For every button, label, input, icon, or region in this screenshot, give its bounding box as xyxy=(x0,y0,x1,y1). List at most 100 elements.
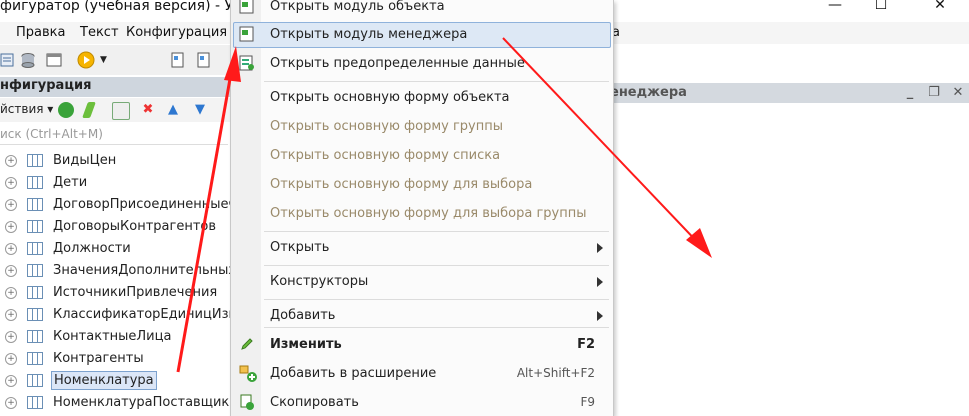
menu-open-manager-module[interactable]: Открыть модуль менеджера xyxy=(231,22,613,48)
catalog-icon xyxy=(27,330,43,343)
menu-shortcut: F2 xyxy=(577,337,595,352)
tree-item-dolzhnosti[interactable]: + Должности xyxy=(0,238,232,260)
tree-item-istochniki[interactable]: + ИсточникиПривлечения xyxy=(0,282,232,304)
menu-item-label: Открыть основную форму для выбора xyxy=(270,177,533,192)
tree-item-klassifikator[interactable]: + КлассификаторЕдиницИзм xyxy=(0,304,232,326)
tree-item-label: Должности xyxy=(53,241,131,256)
menu-item-label: Конструкторы xyxy=(270,274,369,289)
menu-edit[interactable]: Правка xyxy=(16,25,65,40)
move-up-icon[interactable]: ▲ xyxy=(165,102,181,118)
menu-open-submenu[interactable]: Открыть xyxy=(231,235,613,261)
tree-item-dogovory[interactable]: + ДоговорыКонтрагентов xyxy=(0,216,232,238)
delete-icon[interactable]: ✖ xyxy=(140,102,156,118)
catalog-icon xyxy=(27,176,43,189)
window-minimize-icon[interactable]: _ xyxy=(900,85,920,105)
menu-item-label: Открыть основную форму списка xyxy=(270,148,501,163)
submenu-arrow-icon xyxy=(597,243,603,253)
tree-item-nomenklatura-postavshika[interactable]: + НоменклатураПоставщика xyxy=(0,392,232,414)
expand-icon[interactable]: + xyxy=(5,397,17,409)
actions-menu-button[interactable]: йствия ▾ xyxy=(0,102,53,116)
tree-item-znacheniya[interactable]: + ЗначенияДополнительныхР xyxy=(0,260,232,282)
expand-icon[interactable]: + xyxy=(5,199,17,211)
window-restore-icon[interactable]: ❐ xyxy=(924,85,944,105)
table-settings-icon[interactable] xyxy=(46,52,62,68)
catalog-icon xyxy=(27,198,43,211)
tree-item-nomenklatura[interactable]: + Номенклатура xyxy=(0,370,232,392)
menu-separator xyxy=(264,81,609,82)
search-input[interactable]: иск (Ctrl+Alt+M) xyxy=(0,124,228,145)
menu-constructors-submenu[interactable]: Конструкторы xyxy=(231,269,613,295)
catalog-icon xyxy=(27,308,43,321)
expand-icon[interactable]: + xyxy=(5,243,17,255)
tree-item-kontragenty[interactable]: + Контрагенты xyxy=(0,348,232,370)
expand-icon[interactable]: + xyxy=(5,177,17,189)
menu-edit-item[interactable]: Изменить F2 xyxy=(231,332,613,358)
predefined-icon xyxy=(239,55,254,71)
module-config-2-icon[interactable] xyxy=(196,52,212,68)
expand-icon[interactable]: + xyxy=(5,221,17,233)
module-config-icon[interactable] xyxy=(170,52,186,68)
maximize-button[interactable]: ☐ xyxy=(866,0,896,15)
module-window-title: енеджера xyxy=(610,85,687,100)
module-editor-area[interactable] xyxy=(610,103,969,416)
menu-shortcut: Alt+Shift+F2 xyxy=(516,366,595,380)
menu-item-label: Открыть модуль менеджера xyxy=(270,27,468,42)
menu-open-group-choice-form: Открыть основную форму для выбора группы xyxy=(231,201,613,227)
context-menu: Открыть модуль объекта Открыть модуль ме… xyxy=(230,0,614,416)
add-icon[interactable] xyxy=(58,102,74,118)
menu-open-object-module[interactable]: Открыть модуль объекта xyxy=(231,0,613,20)
minimize-button[interactable]: — xyxy=(820,0,850,15)
menu-separator xyxy=(264,265,609,266)
menu-item-label: Открыть основную форму объекта xyxy=(270,90,510,105)
menu-item-label: Изменить xyxy=(270,337,342,352)
submenu-arrow-icon xyxy=(597,311,603,321)
window-close-icon[interactable]: ✕ xyxy=(948,85,968,105)
tree-item-dogovor-prisoed[interactable]: + ДоговорПрисоединенныеФ xyxy=(0,194,232,216)
menu-add-to-extension[interactable]: Добавить в расширение Alt+Shift+F2 xyxy=(231,361,613,387)
menu-item-label: Открыть основную форму группы xyxy=(270,119,504,134)
catalog-icon xyxy=(27,220,43,233)
list-icon[interactable] xyxy=(0,52,16,68)
menu-open-choice-form: Открыть основную форму для выбора xyxy=(231,172,613,198)
menu-open-object-form[interactable]: Открыть основную форму объекта xyxy=(231,85,613,111)
database-icon[interactable] xyxy=(20,52,36,68)
menu-item-label: Скопировать xyxy=(270,395,359,410)
menu-item-label: Открыть основную форму для выбора группы xyxy=(270,206,587,221)
tree-item-label: КонтактныеЛица xyxy=(53,329,172,344)
close-window-button[interactable]: ✕ xyxy=(925,0,955,15)
expand-icon[interactable]: + xyxy=(5,155,17,167)
menu-shortcut: F9 xyxy=(580,395,595,409)
catalog-icon xyxy=(27,286,43,299)
run-dropdown-icon[interactable]: ▼ xyxy=(100,55,107,65)
expand-icon[interactable]: + xyxy=(5,265,17,277)
module-window-header: енеджера _ ❐ ✕ xyxy=(610,83,969,103)
copy-icon[interactable] xyxy=(112,102,130,120)
expand-icon[interactable]: + xyxy=(5,287,17,299)
run-debug-icon[interactable] xyxy=(76,50,96,70)
menu-copy-item[interactable]: Скопировать F9 xyxy=(231,390,613,416)
expand-icon[interactable]: + xyxy=(5,375,17,387)
menu-text[interactable]: Текст xyxy=(80,25,119,40)
tree-item-label: ВидыЦен xyxy=(53,153,117,168)
module-icon xyxy=(239,26,254,42)
move-down-icon[interactable]: ▼ xyxy=(192,102,208,118)
menu-item-label: Добавить xyxy=(270,308,336,323)
expand-icon[interactable]: + xyxy=(5,309,17,321)
expand-icon[interactable]: + xyxy=(5,331,17,343)
pencil-icon[interactable] xyxy=(82,102,96,118)
expand-icon[interactable]: + xyxy=(5,353,17,365)
tree-item-vidytsen[interactable]: + ВидыЦен xyxy=(0,150,232,172)
menu-open-group-form: Открыть основную форму группы xyxy=(231,114,613,140)
catalog-icon xyxy=(27,154,43,167)
tree-item-deti[interactable]: + Дети xyxy=(0,172,232,194)
tree-item-label: ИсточникиПривлечения xyxy=(53,285,218,300)
tree-item-label: Контрагенты xyxy=(53,351,144,366)
menu-configuration[interactable]: Конфигурация xyxy=(126,25,227,40)
add-extension-icon xyxy=(239,365,257,382)
menu-open-predefined-data[interactable]: Открыть предопределенные данные xyxy=(231,51,613,77)
menu-add-submenu[interactable]: Добавить xyxy=(231,303,613,329)
actions-bar: йствия ▾ ✖ ▲ ▼ xyxy=(0,98,232,122)
catalog-icon xyxy=(27,352,43,365)
window-title: фигуратор (учебная версия) - Уч xyxy=(0,0,242,14)
tree-item-kontaktnye-litsa[interactable]: + КонтактныеЛица xyxy=(0,326,232,348)
